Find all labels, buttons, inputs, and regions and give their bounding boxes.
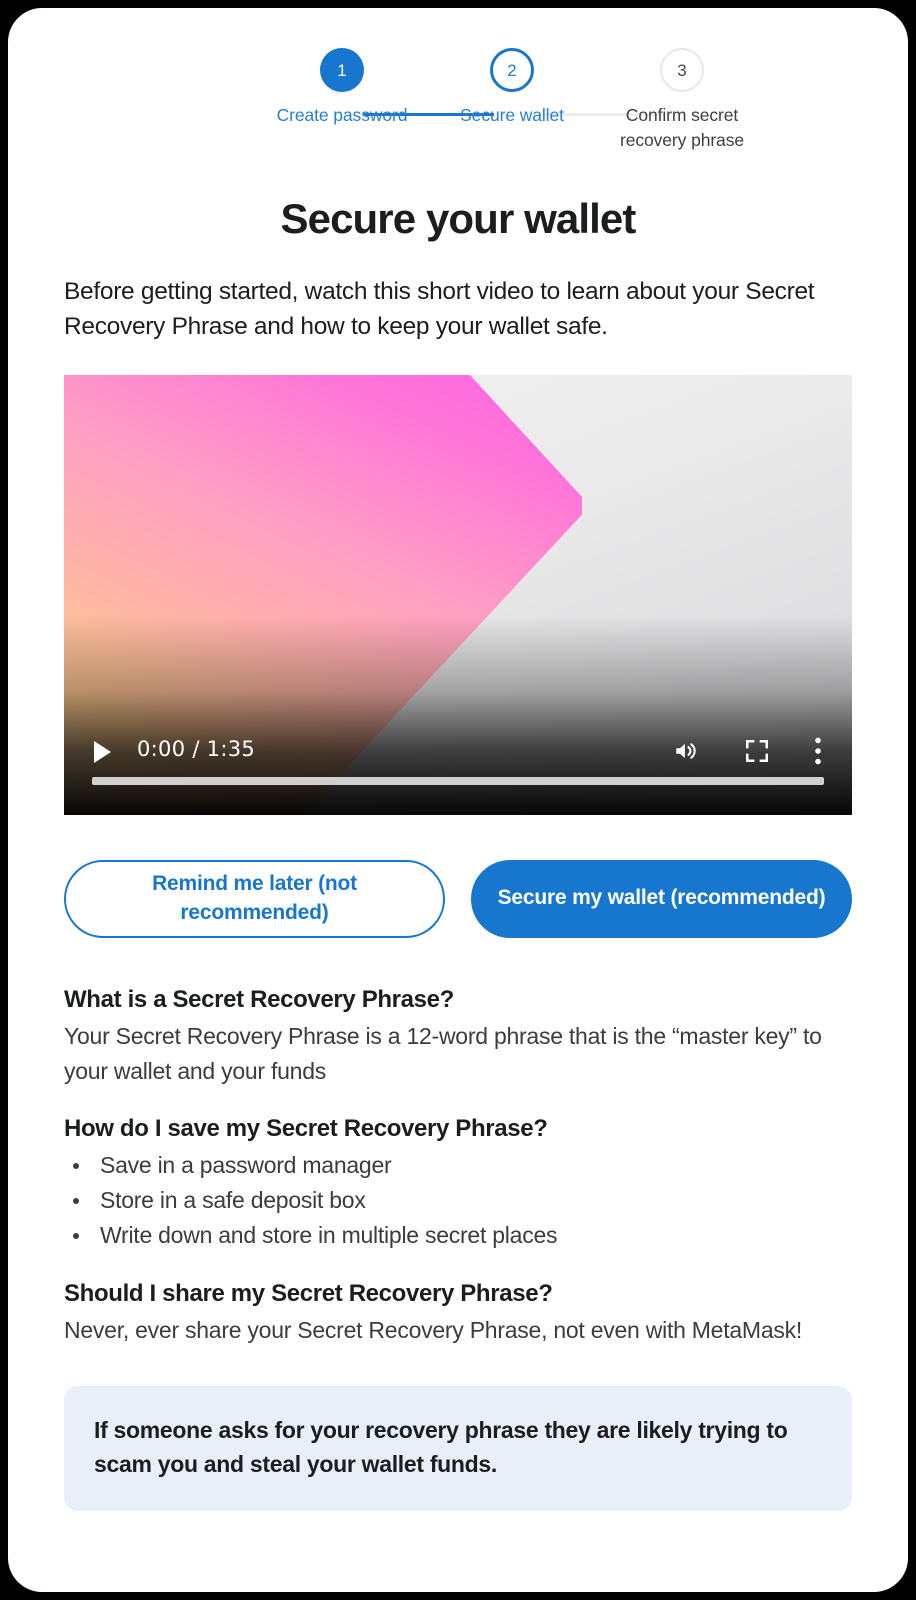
onboarding-stepper: 1 Create password 2 Secure wallet 3 Conf…	[64, 48, 852, 173]
faq-item-how-to-save: How do I save my Secret Recovery Phrase?…	[64, 1115, 852, 1253]
faq-question: What is a Secret Recovery Phrase?	[64, 985, 454, 1013]
page-subtitle: Before getting started, watch this short…	[64, 278, 815, 340]
faq-item-what-is-phrase: What is a Secret Recovery Phrase? Your S…	[64, 986, 852, 1089]
step-1-label: Create password	[276, 105, 408, 125]
action-buttons: Remind me later (not recommended) Secure…	[64, 859, 852, 938]
remind-me-later-button[interactable]: Remind me later (not recommended)	[64, 859, 445, 938]
step-2-label: Secure wallet	[460, 105, 564, 125]
video-time-display: 0:00 / 1:35	[137, 736, 256, 761]
fullscreen-icon[interactable]	[744, 738, 770, 769]
secure-my-wallet-button[interactable]: Secure my wallet (recommended)	[471, 859, 852, 938]
faq-question: How do I save my Secret Recovery Phrase?	[64, 1115, 548, 1143]
faq-section: What is a Secret Recovery Phrase? Your S…	[64, 986, 852, 1349]
stepper-step-confirm-phrase[interactable]: 3 Confirm secret recovery phrase	[597, 48, 767, 154]
step-1-circle: 1	[320, 48, 364, 92]
list-item: Save in a password manager	[64, 1148, 852, 1183]
faq-question: Should I share my Secret Recovery Phrase…	[64, 1280, 553, 1308]
more-options-icon[interactable]	[814, 737, 822, 770]
list-item: Store in a safe deposit box	[64, 1183, 852, 1218]
onboarding-video-player[interactable]: 0:00 / 1:35	[64, 374, 852, 815]
faq-answer: Never, ever share your Secret Recovery P…	[64, 1317, 802, 1344]
faq-spacer	[64, 1088, 852, 1115]
list-item: Write down and store in multiple secret …	[64, 1218, 852, 1253]
stepper-step-create-password[interactable]: 1 Create password	[257, 48, 427, 128]
onboarding-card: 1 Create password 2 Secure wallet 3 Conf…	[8, 8, 908, 1592]
faq-answer: Your Secret Recovery Phrase is a 12-word…	[64, 1022, 822, 1084]
faq-spacer	[64, 1253, 852, 1280]
faq-item-should-i-share: Should I share my Secret Recovery Phrase…	[64, 1280, 852, 1348]
page-title: Secure your wallet	[280, 195, 637, 242]
video-seek-bar[interactable]	[92, 776, 824, 785]
video-controls-bar: 0:00 / 1:35	[64, 719, 852, 815]
step-3-label: Confirm secret recovery phrase	[620, 105, 744, 151]
volume-icon[interactable]	[672, 738, 700, 769]
scam-warning-banner: If someone asks for your recovery phrase…	[64, 1386, 852, 1511]
faq-bullet-list: Save in a password manager Store in a sa…	[64, 1148, 852, 1253]
scam-warning-text: If someone asks for your recovery phrase…	[94, 1417, 788, 1477]
stepper-step-secure-wallet[interactable]: 2 Secure wallet	[427, 48, 597, 128]
step-3-circle: 3	[660, 48, 704, 92]
play-icon[interactable]	[94, 740, 111, 763]
step-2-circle: 2	[490, 48, 534, 92]
